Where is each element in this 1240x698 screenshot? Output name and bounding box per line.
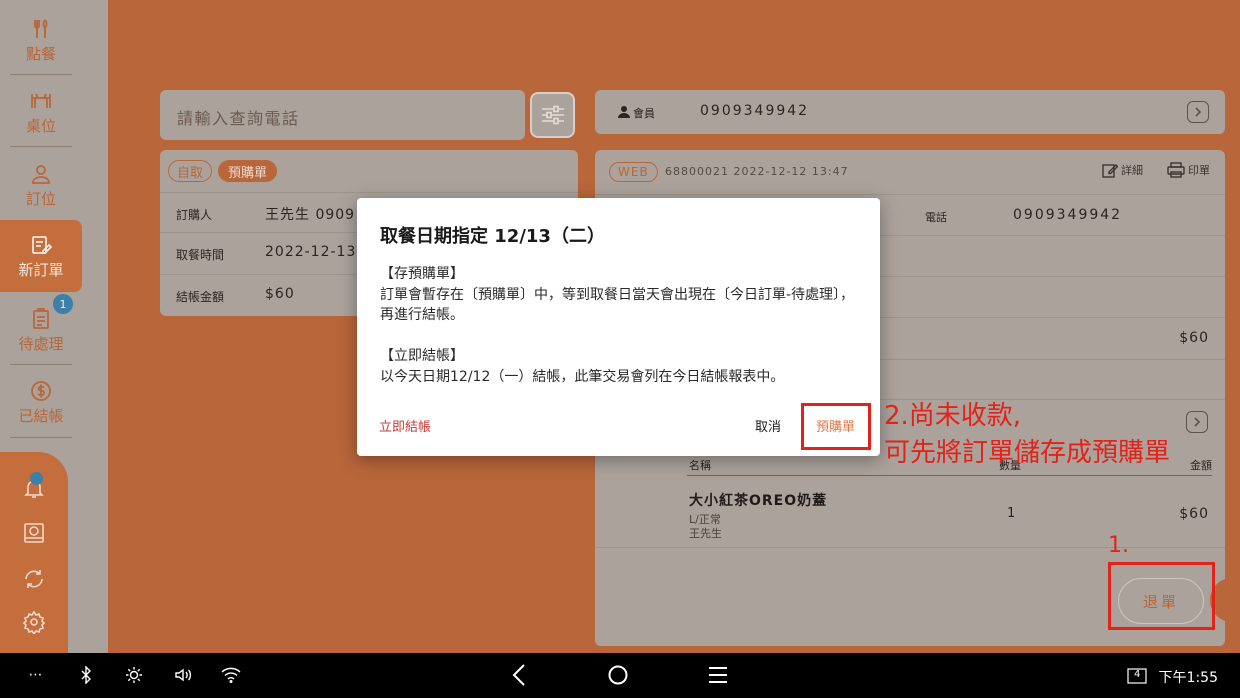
pending-count-badge: 1 — [53, 294, 73, 314]
detail-button[interactable]: 詳細 — [1102, 162, 1143, 178]
item-qty: 1 — [1007, 506, 1016, 521]
field-value: $60 — [265, 286, 295, 302]
order-meta: 68800021 2022-12-12 13:47 — [665, 165, 849, 178]
printer-icon — [1167, 162, 1185, 178]
section-text: 以今天日期12/12（一）結帳，此筆交易會列在今日結帳報表中。 — [380, 368, 785, 385]
edit-icon — [1102, 164, 1118, 178]
print-label: 印單 — [1188, 164, 1210, 177]
more-icon[interactable]: ⋯ — [25, 664, 47, 686]
sidebar: 點餐 桌位 訂位 新訂單 待處理 1 已結帳 — [0, 0, 108, 653]
preorder-tag: 預購單 — [218, 160, 278, 182]
wifi-icon[interactable] — [220, 664, 242, 686]
print-button[interactable]: 印單 — [1167, 162, 1210, 178]
dollar-circle-icon — [31, 380, 51, 401]
sidebar-item-paid[interactable]: 已結帳 — [0, 367, 82, 437]
sidebar-item-label: 桌位 — [25, 116, 56, 135]
chevron-right-icon — [1194, 417, 1201, 427]
screen-count-icon: 4 — [1127, 668, 1147, 684]
column-header-name: 名稱 — [689, 459, 711, 472]
table-icon — [31, 93, 51, 108]
edit-order-icon — [32, 235, 53, 254]
filter-button[interactable] — [530, 92, 575, 138]
divider — [10, 74, 72, 75]
item-name: 大小紅茶OREO奶蓋 — [689, 493, 828, 509]
divider — [10, 437, 72, 438]
annotation-step2-line1: 2.尚未收款, — [884, 401, 1022, 431]
system-navigation-bar: ⋯ 4 下午1:55 — [0, 653, 1240, 698]
screen-count: 4 — [1134, 669, 1141, 680]
sidebar-item-label: 已結帳 — [18, 406, 64, 425]
phone-search-input[interactable]: 請輸入查詢電話 — [160, 90, 525, 140]
chevron-right-icon — [1195, 107, 1202, 117]
sidebar-item-label: 新訂單 — [18, 260, 64, 279]
section-title: 【立即結帳】 — [380, 348, 464, 364]
clipboard-icon — [33, 307, 49, 329]
dialog-title: 取餐日期指定 12/13（二） — [380, 226, 605, 247]
section-title: 【存預購單】 — [380, 266, 464, 282]
sidebar-item-label: 待處理 — [18, 334, 64, 353]
utensils-icon — [34, 18, 48, 38]
bluetooth-icon[interactable] — [75, 664, 97, 686]
field-label: 取餐時間 — [176, 248, 225, 262]
member-label: 會員 — [633, 107, 655, 120]
divider — [10, 146, 72, 147]
item-amount: $60 — [1179, 506, 1209, 522]
column-header-amount: 金額 — [1190, 459, 1212, 472]
sliders-icon — [541, 105, 564, 125]
annotation-box-preorder — [801, 403, 871, 450]
section-text: 訂單會暫存在〔預購單〕中，等到取餐日當天會出現在〔今日訂單-待處理〕，再進行結帳… — [380, 286, 855, 324]
sidebar-nav: 點餐 桌位 訂位 新訂單 待處理 1 已結帳 — [0, 0, 82, 440]
annotation-step1: 1. — [1108, 533, 1129, 558]
order-source-tag: WEB — [609, 162, 658, 182]
annotation-box-accept — [1108, 562, 1215, 630]
sidebar-item-new-order[interactable]: 新訂單 — [0, 220, 82, 292]
pickup-tag: 自取 — [168, 160, 213, 182]
divider — [10, 364, 72, 365]
pay-now-button[interactable]: 立即結帳 — [379, 416, 431, 435]
volume-icon[interactable] — [172, 664, 194, 686]
phone-label: 電話 — [925, 211, 947, 224]
clock: 下午1:55 — [1158, 670, 1218, 686]
brightness-icon[interactable] — [123, 664, 145, 686]
cash-register-icon[interactable] — [22, 521, 46, 545]
detail-label: 詳細 — [1121, 164, 1143, 177]
member-bar[interactable]: 會員 0909349942 — [595, 90, 1225, 134]
member-phone: 0909349942 — [700, 103, 810, 119]
sidebar-tools — [0, 452, 68, 653]
sidebar-item-label: 點餐 — [25, 44, 56, 63]
search-placeholder: 請輸入查詢電話 — [177, 109, 300, 128]
notification-dot — [30, 472, 43, 485]
person-icon — [618, 106, 630, 118]
sidebar-item-reservation[interactable]: 訂位 — [0, 150, 82, 220]
field-label: 結帳金額 — [176, 290, 225, 304]
items-expand-button[interactable] — [1186, 411, 1208, 433]
sidebar-item-tables[interactable]: 桌位 — [0, 77, 82, 147]
phone-value: 0909349942 — [1013, 207, 1123, 223]
annotation-step2-line2: 可先將訂單儲存成預購單 — [884, 438, 1171, 468]
settings-icon[interactable] — [22, 610, 46, 634]
item-customer: 王先生 — [689, 527, 722, 540]
field-label: 訂購人 — [176, 208, 213, 222]
back-icon[interactable] — [508, 664, 530, 686]
recent-apps-icon[interactable] — [707, 664, 729, 686]
order-header: WEB 68800021 2022-12-12 13:47 詳細 印單 — [595, 150, 1225, 195]
table-row[interactable]: 大小紅茶OREO奶蓋 L/正常 王先生 1 $60 — [595, 480, 1225, 548]
field-value: 2022-12-13 1 — [265, 244, 372, 260]
cancel-button[interactable]: 取消 — [755, 416, 781, 435]
sidebar-item-label: 訂位 — [25, 189, 56, 208]
sidebar-item-order-food[interactable]: 點餐 — [0, 5, 82, 75]
person-icon — [32, 164, 50, 184]
dialog-body: 【存預購單】 訂單會暫存在〔預購單〕中，等到取餐日當天會出現在〔今日訂單-待處理… — [380, 264, 860, 387]
sync-icon[interactable] — [22, 567, 46, 591]
member-detail-button[interactable] — [1187, 101, 1209, 123]
field-value: 王先生 0909 — [265, 207, 356, 223]
home-icon[interactable] — [607, 664, 629, 686]
panel-footer-strip — [595, 548, 683, 646]
total-amount: $60 — [1179, 330, 1209, 346]
